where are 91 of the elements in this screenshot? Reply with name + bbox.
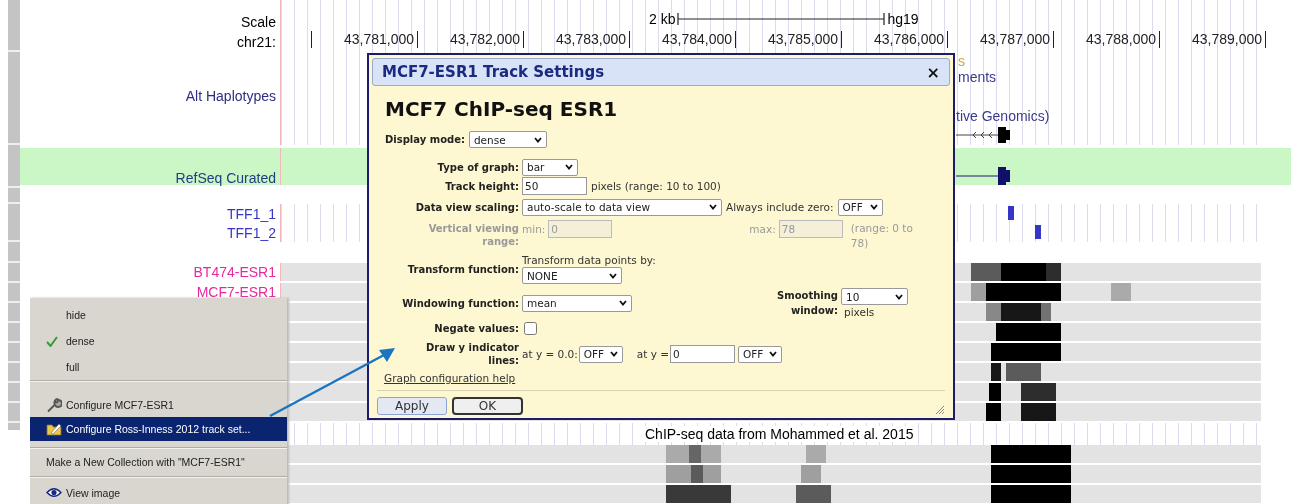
field-label: Display mode: [385,134,465,145]
tick-mark [947,30,948,48]
chevron-down-icon [565,164,573,170]
position-label: 43,784,000 [661,31,733,47]
apply-button[interactable]: Apply [377,397,447,415]
dialog-title: MCF7-ESR1 Track Settings [382,63,605,81]
tick-mark [1159,30,1160,48]
field-label: max: [749,222,776,235]
smoothing-select[interactable]: 10 [841,288,908,305]
chevron-down-icon [533,136,542,143]
chevron-down-icon [609,351,618,357]
field-label: Windowing function: [401,296,519,310]
tick-mark [841,30,842,48]
position-label: 43,787,000 [979,31,1051,47]
position-label: 43,783,000 [555,31,627,47]
field-label: Transform function: [406,262,519,276]
track-label[interactable]: Alt Haplotypes [185,88,276,145]
chevron-down-icon [769,351,778,357]
indicator-field[interactable]: 0 [670,345,736,363]
checkbox[interactable] [524,321,537,335]
scaling-select[interactable]: auto-scale to data view [522,198,722,216]
menu-item[interactable]: View image [30,483,287,502]
resize-grip-icon[interactable] [935,405,945,415]
chevron-down-icon [709,204,717,210]
field-hint: Transform data points by: [522,254,656,266]
tick-mark [1053,30,1054,48]
chromosome-label: chr21: [237,33,276,52]
field-note: pixels [843,306,876,318]
field-label: Track height: [444,179,519,193]
field-label: Vertical viewing range: [427,222,519,248]
assembly-label: hg19 [887,11,919,27]
folder-icon [46,422,62,436]
menu-item[interactable]: Configure MCF7-ESR1 [30,393,287,417]
gene-block [1035,225,1041,239]
tick-mark [735,30,736,48]
field-label: Negate values: [433,321,519,335]
position-label: 43,789,000 [1191,31,1263,47]
position-label: 43,781,000 [343,31,415,47]
position-label: 43,788,000 [1085,31,1157,47]
field-label: Smoothing window: [776,289,838,318]
field-note: pixels (range: 10 to 100) [591,180,721,192]
field-label: Data view scaling: [414,200,519,214]
include-zero-select[interactable]: OFF [837,198,883,216]
field-note: (range: 0 to 78) [850,220,914,251]
gene-block [1008,206,1014,220]
scale-label: Scale [240,13,276,32]
track-height-field[interactable]: 50 [522,177,587,195]
menu-item[interactable]: full [30,354,287,380]
track-label[interactable]: BT474-ESR1 [193,264,276,280]
tick-mark [417,30,418,48]
position-label: 43,786,000 [873,31,945,47]
gene-model-drawing [956,126,1012,144]
indicator-select[interactable]: OFF [738,345,783,363]
field-label: Type of graph: [436,160,519,174]
scale-size-label: 2 kb [649,11,676,27]
tick-mark [311,30,312,48]
graph-type-select[interactable]: bar [522,158,578,176]
chevron-down-icon [619,300,627,306]
display-mode-select[interactable]: dense [468,131,547,148]
tick-mark [523,30,524,48]
field-label: Draw y indicator lines: [424,341,519,367]
transform-select[interactable]: NONE [522,267,622,284]
field-label: min: [522,222,546,235]
field-label: Always include zero: [726,201,834,213]
track-label[interactable]: RefSeq Curated [175,170,276,185]
chevron-down-icon [869,204,878,210]
chevron-down-icon [895,293,903,300]
menu-item[interactable]: Make a New Collection with "MCF7-ESR1" [30,450,287,474]
track-label[interactable]: TFF1_1 [227,205,276,222]
menu-item[interactable]: hide [30,302,287,328]
track-label[interactable]: TFF1_2 [227,224,276,241]
tick-mark [629,30,630,48]
tick-mark [1265,30,1266,48]
ok-button[interactable]: OK [452,397,523,415]
position-label: 43,782,000 [449,31,521,47]
dialog-heading: MCF7 ChIP-seq ESR1 [385,97,619,121]
eye-icon [46,487,62,498]
group-caption: ChIP-seq data from Mohammed et al. 2015 [645,426,914,442]
field-label: at y = 0.0: [522,348,578,360]
track-label[interactable]: ments [958,69,997,85]
close-button[interactable]: × [926,62,940,82]
help-link[interactable]: Graph configuration help [384,372,516,384]
menu-item[interactable]: Configure Ross-Inness 2012 track set... [30,417,287,441]
position-label: 43,785,000 [767,31,839,47]
track-label[interactable]: tive Genomics) [956,108,1050,124]
indicator-select[interactable]: OFF [578,345,623,363]
menu-item[interactable]: dense [30,328,287,354]
field-label: at y = [636,348,670,360]
chevron-down-icon [609,272,617,279]
track-label[interactable]: MCF7-ESR1 [196,284,276,300]
windowing-select[interactable]: mean [522,294,632,312]
